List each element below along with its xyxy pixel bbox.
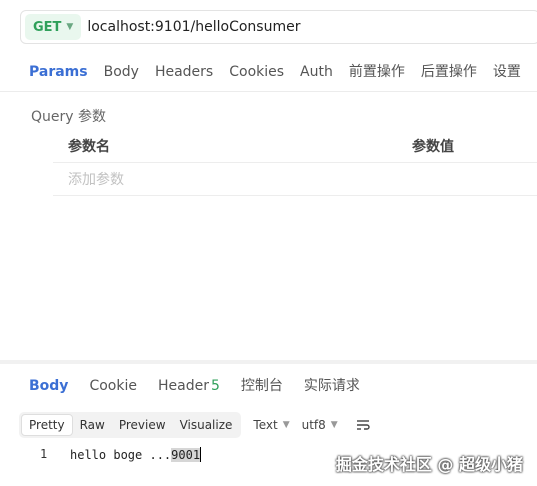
panel-splitter[interactable] xyxy=(0,360,537,364)
tab-response-cookie[interactable]: Cookie xyxy=(81,366,145,406)
word-wrap-icon[interactable] xyxy=(356,419,370,431)
format-value: Text xyxy=(253,418,278,432)
tab-response-body[interactable]: Body xyxy=(21,366,76,406)
view-pretty-button[interactable]: Pretty xyxy=(21,414,73,436)
tab-params[interactable]: Params xyxy=(21,52,96,92)
tab-headers[interactable]: Headers xyxy=(147,52,221,92)
tab-auth[interactable]: Auth xyxy=(292,52,341,92)
chevron-down-icon: ▼ xyxy=(282,420,290,430)
params-table: 参数名 参数值 添加参数 xyxy=(53,130,537,196)
tab-settings[interactable]: 设置 xyxy=(485,52,529,92)
add-param-input[interactable]: 添加参数 xyxy=(68,169,124,189)
response-view-bar: Pretty Raw Preview Visualize Text ▼ utf8… xyxy=(19,412,370,438)
tab-console[interactable]: 控制台 xyxy=(233,366,291,406)
view-mode-switch: Pretty Raw Preview Visualize xyxy=(19,412,242,438)
watermark: 掘金技术社区 @ 超级小猪 xyxy=(335,455,523,474)
method-selector[interactable]: GET ▼ xyxy=(25,14,82,40)
chevron-down-icon: ▼ xyxy=(66,22,74,32)
encoding-select[interactable]: utf8 ▼ xyxy=(302,418,338,432)
chevron-down-icon: ▼ xyxy=(330,420,338,430)
query-params-label: Query 参数 xyxy=(31,109,106,125)
response-text: hello boge ... xyxy=(70,448,172,462)
response-tabs: Body Cookie Header 5 控制台 实际请求 xyxy=(0,366,537,406)
tab-response-header[interactable]: Header 5 xyxy=(150,366,228,406)
view-visualize-button[interactable]: Visualize xyxy=(173,414,240,436)
request-panel: GET ▼ localhost:9101/helloConsumer Param… xyxy=(0,0,537,362)
tab-post-request[interactable]: 后置操作 xyxy=(413,52,485,92)
view-preview-button[interactable]: Preview xyxy=(112,414,173,436)
tab-pre-request[interactable]: 前置操作 xyxy=(341,52,413,92)
request-tabs: Params Body Headers Cookies Auth 前置操作 后置… xyxy=(0,52,537,92)
url-input[interactable]: localhost:9101/helloConsumer xyxy=(87,19,300,35)
table-row: 添加参数 xyxy=(53,163,537,196)
line-number: 1 xyxy=(40,447,48,461)
text-caret xyxy=(200,447,202,462)
url-bar: GET ▼ localhost:9101/helloConsumer xyxy=(20,10,537,44)
params-table-header: 参数名 参数值 xyxy=(53,130,537,163)
header-count-badge: 5 xyxy=(210,378,220,394)
view-raw-button[interactable]: Raw xyxy=(73,414,112,436)
tab-actual-request[interactable]: 实际请求 xyxy=(296,366,368,406)
encoding-value: utf8 xyxy=(301,418,326,432)
format-select[interactable]: Text ▼ xyxy=(253,418,289,432)
tab-body[interactable]: Body xyxy=(96,52,147,92)
param-name-header: 参数名 xyxy=(68,139,110,155)
selected-text: 9001 xyxy=(171,448,201,462)
tab-cookies[interactable]: Cookies xyxy=(221,52,292,92)
tab-response-header-label: Header xyxy=(157,378,209,394)
method-label: GET xyxy=(33,19,62,35)
param-value-header: 参数值 xyxy=(412,139,454,155)
response-line: hello boge ...9001 xyxy=(70,447,202,462)
